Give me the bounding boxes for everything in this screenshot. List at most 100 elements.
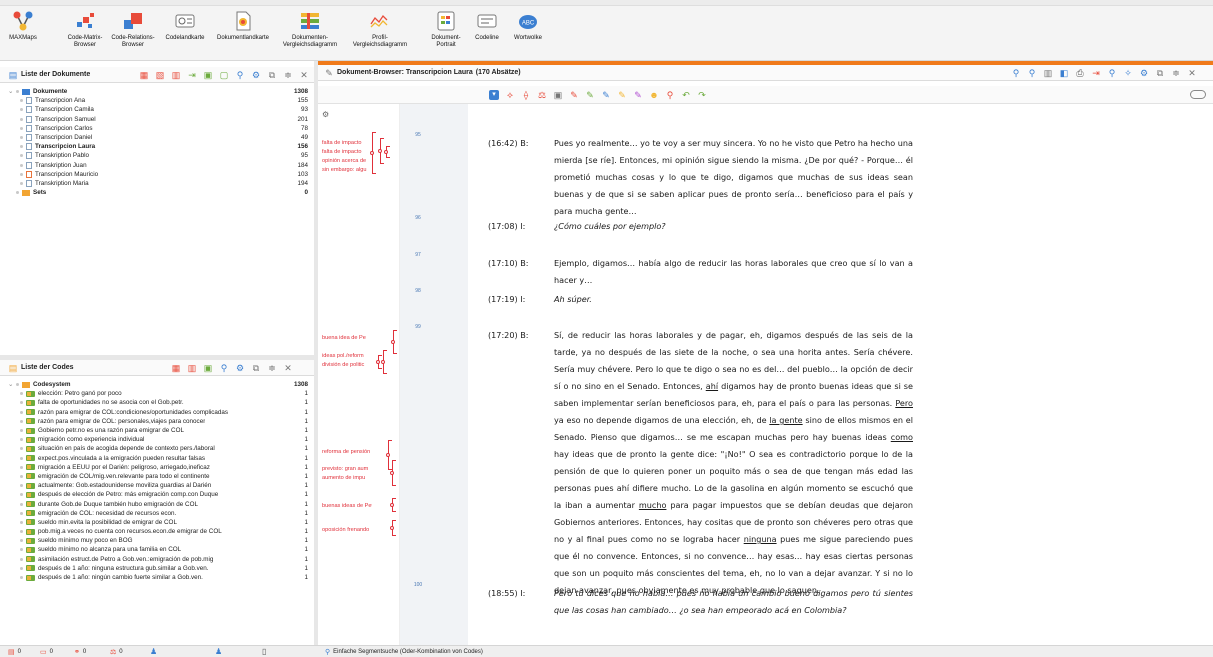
code-item[interactable]: migración a EEUU por el Darién: peligros… — [8, 463, 308, 472]
emoticode-icon[interactable]: ▣ — [553, 90, 563, 100]
coding-stripe-label[interactable]: reforma de pensión — [322, 449, 372, 455]
paragraph-number[interactable]: 95 — [410, 132, 426, 138]
segment-search-mode[interactable]: ⚲ Einfache Segmentsuche (Oder-Kombinatio… — [325, 648, 483, 656]
paragraph[interactable]: (17:19) I: Ah súper. — [488, 291, 913, 308]
paragraph-number[interactable]: 96 — [410, 215, 426, 221]
code-dropdown-icon[interactable]: ▾ — [489, 90, 499, 100]
code-matrix-browser-button[interactable]: Code-Matrix- Browser — [62, 10, 108, 49]
highlight-red-icon[interactable]: ✎ — [569, 90, 579, 100]
coding-stripe-label[interactable]: buena idea de Pe — [322, 335, 372, 341]
split-icon[interactable]: ◧ — [1059, 68, 1069, 78]
document-item[interactable]: Transcripcion Daniel 49 — [8, 133, 308, 142]
maxmaps-button[interactable]: MAXMaps — [6, 10, 40, 42]
document-item[interactable]: Transcripcion Ana 155 — [8, 96, 308, 105]
coding-stripe-dot[interactable] — [391, 340, 395, 344]
codeline-button[interactable]: Codeline — [468, 10, 506, 42]
code-variables-icon[interactable]: ▥ — [187, 363, 197, 373]
coding-stripe-dot[interactable] — [390, 526, 394, 530]
code-item[interactable]: razón para emigrar de COL:condiciones/op… — [8, 408, 308, 417]
code-item[interactable]: sueldo mínimo no alcanza para una famili… — [8, 545, 308, 554]
paragraph-number[interactable]: 98 — [410, 288, 426, 294]
code-item[interactable]: pob.mig.a veces no cuenta con recursos.e… — [8, 527, 308, 536]
paragraph[interactable]: (18:55) I: Pero tú dices que no había… pu… — [488, 585, 913, 619]
code-item[interactable]: Gobierno petr.no es una razón para emigr… — [8, 426, 308, 435]
teamwork-icon[interactable]: ♟ — [215, 647, 222, 656]
code-item[interactable]: asimilación estruct.de Petro a Gob.ven.:… — [8, 555, 308, 564]
coding-stripe-label[interactable]: división de politic — [322, 362, 372, 368]
code-weight-icon[interactable]: ⚖ — [537, 90, 547, 100]
code-search-icon[interactable]: ⚲ — [219, 363, 229, 373]
coding-stripe-label[interactable]: sin embargo: algu — [322, 167, 372, 173]
coding-stripe-label[interactable]: buenas ideas de Petro — [322, 503, 372, 509]
coding-stripe-dot[interactable] — [384, 150, 388, 154]
find-next-icon[interactable]: ⚲ — [1027, 68, 1037, 78]
close-icon[interactable]: ✕ — [299, 70, 309, 80]
highlight-yellow-icon[interactable]: ✎ — [617, 90, 627, 100]
coding-stripe-dot[interactable] — [386, 453, 390, 457]
code-item[interactable]: durante Gob.de Duque también hubo emigra… — [8, 499, 308, 508]
paragraph[interactable]: (17:10) B: Ejemplo, digamos… había algo d… — [488, 255, 913, 289]
memo-icon[interactable]: ⚲ — [665, 90, 675, 100]
chevron-down-icon[interactable]: ⌄ — [8, 381, 16, 388]
code-item[interactable]: después de 1 año: ningún cambio fuerte s… — [8, 573, 308, 582]
code-item[interactable]: falta de oportunidades no se asocia con … — [8, 398, 308, 407]
paragraph[interactable]: (16:42) B: Pues yo realmente… yo te voy a… — [488, 135, 913, 220]
document-item[interactable]: Transcripcion Camila 93 — [8, 105, 308, 114]
code-item[interactable]: emigración de COL: necesidad de recursos… — [8, 509, 308, 518]
coding-stripe-label[interactable]: falta de impacto — [322, 149, 372, 155]
print-icon[interactable]: ⎙ — [1075, 68, 1085, 78]
code-item[interactable]: emigración de COL/mig.ven.relevante para… — [8, 472, 308, 481]
chevron-down-icon[interactable]: ⌄ — [8, 88, 16, 95]
collapse-icon[interactable]: ≑ — [283, 70, 293, 80]
paragraph-number[interactable]: 99 — [410, 324, 426, 330]
paragraph-number[interactable]: 97 — [410, 252, 426, 258]
code-item[interactable]: situación en país de acogida depende de … — [8, 444, 308, 453]
undock-icon[interactable]: ⧉ — [267, 70, 277, 80]
browser-close-icon[interactable]: ✕ — [1187, 68, 1197, 78]
document-item[interactable]: Transcripcion Carlos 78 — [8, 124, 308, 133]
in-vivo-icon[interactable]: ⟠ — [521, 90, 531, 100]
code-item[interactable]: después de 1 año: ninguna estructura gub… — [8, 564, 308, 573]
coding-stripe-label[interactable]: aumento de impu — [322, 475, 372, 481]
code-item[interactable]: sueldo mínimo muy poco en BOG 1 — [8, 536, 308, 545]
document-item[interactable]: Transcripcion Laura 156 — [8, 142, 308, 151]
dokumentlandkarte-button[interactable]: Dokumentlandkarte — [212, 10, 274, 42]
undo-icon[interactable]: ↶ — [681, 90, 691, 100]
magic-icon[interactable]: ✧ — [1123, 68, 1133, 78]
tree-root-sets[interactable]: Sets 0 — [8, 188, 308, 197]
code-relations-browser-button[interactable]: Code-Relations- Browser — [108, 10, 158, 49]
document-item[interactable]: Transcripcion Samuel 201 — [8, 115, 308, 124]
emoji-icon[interactable]: ☻ — [649, 90, 659, 100]
new-group-icon[interactable]: ▢ — [219, 70, 229, 80]
highlight-green-icon[interactable]: ✎ — [585, 90, 595, 100]
find-icon[interactable]: ⚲ — [1011, 68, 1021, 78]
doc-variables-icon[interactable]: ▥ — [171, 70, 181, 80]
new-doc-icon[interactable]: ▣ — [203, 70, 213, 80]
coding-stripe-dot[interactable] — [390, 471, 394, 475]
search-icon[interactable]: ⚲ — [235, 70, 245, 80]
browser-undock-icon[interactable]: ⧉ — [1155, 68, 1165, 78]
code-close-icon[interactable]: ✕ — [283, 363, 293, 373]
codelandkarte-button[interactable]: Codelandkarte — [160, 10, 210, 42]
highlight-purple-icon[interactable]: ✎ — [633, 90, 643, 100]
browser-search-icon[interactable]: ⚲ — [1107, 68, 1117, 78]
dokumenten-vergleichsdiagramm-button[interactable]: Dokumenten- Vergleichsdiagramm — [280, 10, 340, 49]
page-icon[interactable]: ▯ — [262, 647, 266, 656]
user-icon[interactable]: ♟ — [150, 647, 157, 656]
new-code-icon[interactable]: ▣ — [203, 363, 213, 373]
coding-stripe-dot[interactable] — [370, 151, 374, 155]
browser-collapse-icon[interactable]: ≑ — [1171, 68, 1181, 78]
document-item[interactable]: Transkription Juan 184 — [8, 161, 308, 170]
code-item[interactable]: actualmente: Gob.estadounidense moviliza… — [8, 481, 308, 490]
import-icon[interactable]: ⇥ — [187, 70, 197, 80]
coding-stripe-label[interactable]: ideas pol./reform — [322, 353, 372, 359]
wortwolke-button[interactable]: ABC Wortwolke — [508, 10, 548, 42]
code-item[interactable]: sueldo min.evita la posibilidad de emigr… — [8, 518, 308, 527]
code-item[interactable]: después de elección de Petro: más emigra… — [8, 490, 308, 499]
code-item[interactable]: expect.pos.vinculada a la emigración pue… — [8, 454, 308, 463]
code-collapse-icon[interactable]: ≑ — [267, 363, 277, 373]
coding-stripe-dot[interactable] — [376, 360, 380, 364]
gear-icon[interactable]: ⚙ — [251, 70, 261, 80]
coding-stripe-dot[interactable] — [378, 149, 382, 153]
coding-stripe-dot[interactable] — [390, 503, 394, 507]
